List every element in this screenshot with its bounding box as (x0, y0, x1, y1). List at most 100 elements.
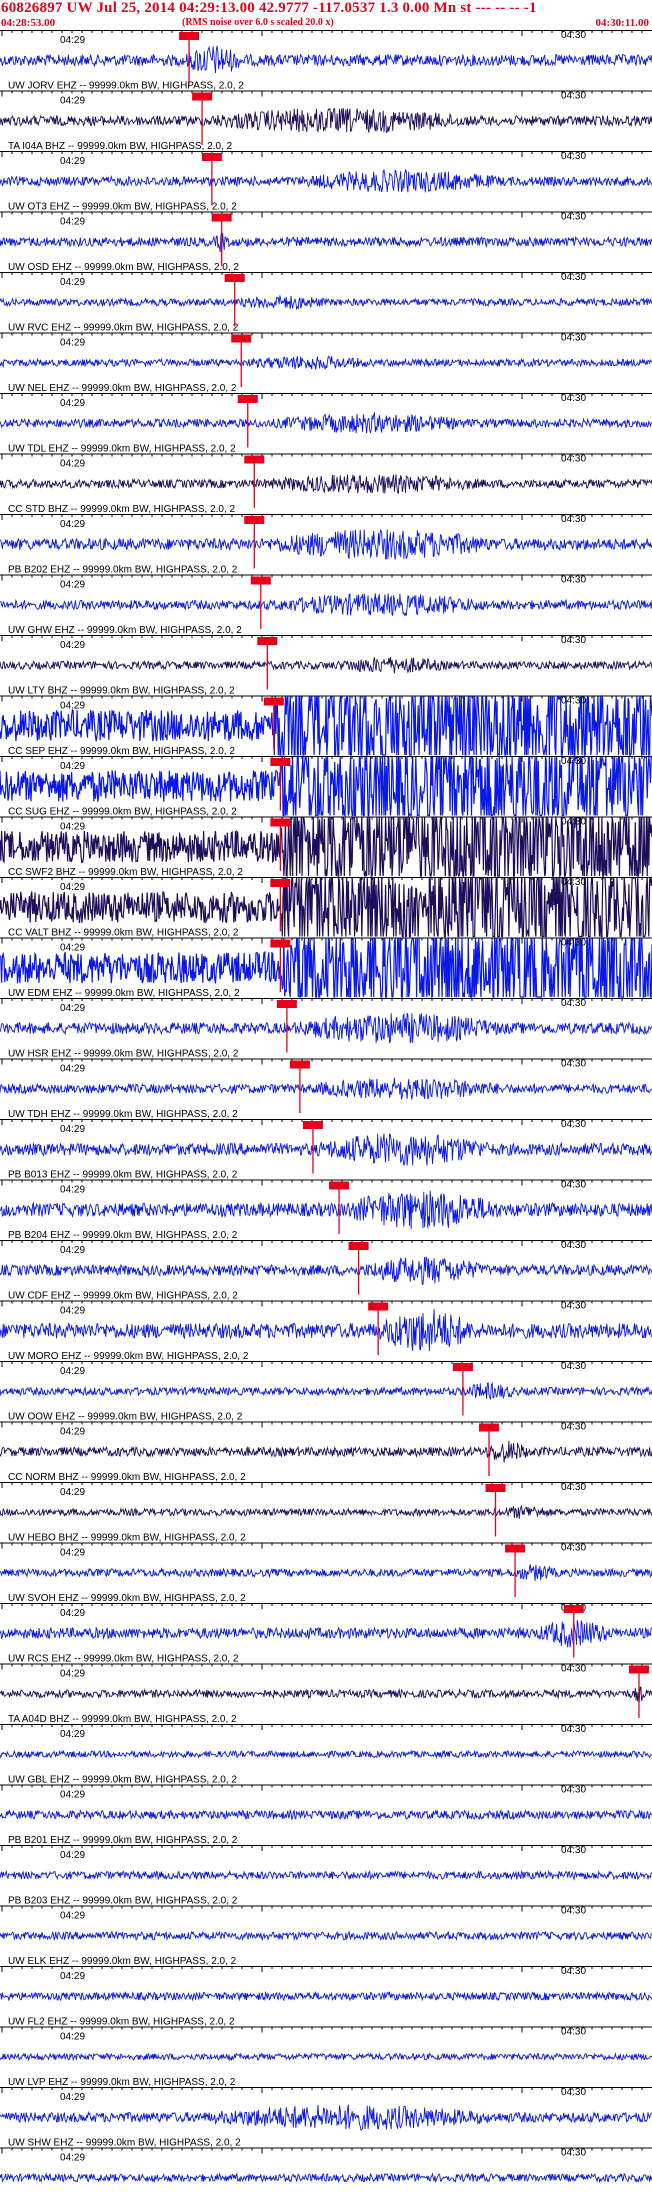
minute-label-0430: 04:30 (561, 30, 586, 41)
minute-label-0430: 04:30 (561, 1301, 586, 1312)
station-label: UW TDL EHZ -- 99999.0km BW, HIGHPASS, 2.… (8, 444, 236, 455)
waveform-trace (0, 45, 652, 74)
minute-label-0430: 04:30 (561, 91, 586, 102)
station-label: UW OOW EHZ -- 99999.0km BW, HIGHPASS, 2.… (8, 1412, 243, 1423)
minute-label-0429: 04:29 (60, 761, 85, 772)
waveform-trace (0, 1686, 652, 1702)
pick-marker (485, 1484, 506, 1492)
pick-marker (276, 1000, 297, 1008)
pick-marker (179, 32, 200, 40)
waveform-trace (0, 1869, 652, 1881)
minute-label-0429: 04:29 (60, 640, 85, 651)
waveform-trace (0, 1077, 652, 1100)
minute-label-0429: 04:29 (60, 1548, 85, 1559)
station-label: UW EDM EHZ -- 99999.0km BW, HIGHPASS, 2.… (8, 988, 240, 999)
minute-label-0429: 04:29 (60, 459, 85, 470)
minute-label-0429: 04:29 (60, 398, 85, 409)
pick-marker (244, 455, 265, 464)
minute-label-0429: 04:29 (60, 1669, 85, 1680)
minute-label-0430: 04:30 (561, 1724, 586, 1735)
station-label: PB B202 EHZ -- 99999.0km BW, HIGHPASS, 2… (8, 565, 238, 576)
pick-marker (270, 818, 291, 827)
waveform-trace (0, 1990, 652, 2002)
station-label: CC NORM BHZ -- 99999.0km BW, HIGHPASS, 2… (8, 1472, 246, 1483)
pick-marker (231, 334, 252, 343)
pick-marker (329, 1181, 350, 1190)
minute-label-0430: 04:30 (561, 272, 586, 283)
minute-label-0430: 04:30 (561, 1180, 586, 1191)
waveform-trace (0, 529, 652, 560)
station-label: UW FL2 EHZ -- 99999.0km BW, HIGHPASS, 2.… (8, 2017, 235, 2028)
pick-marker (257, 637, 278, 645)
minute-label-0429: 04:29 (60, 1245, 85, 1256)
minute-label-0429: 04:29 (60, 1850, 85, 1861)
minute-label-0430: 04:30 (561, 212, 586, 223)
waveform-trace (0, 2172, 652, 2184)
minute-label-0430: 04:30 (561, 1119, 586, 1130)
station-label: UW GBL EHZ -- 99999.0km BW, HIGHPASS, 2.… (8, 1775, 237, 1786)
station-label: PB B204 EHZ -- 99999.0km BW, HIGHPASS, 2… (8, 1230, 238, 1241)
minute-label-0430: 04:30 (561, 877, 586, 888)
station-label: UW GHW EHZ -- 99999.0km BW, HIGHPASS, 2.… (8, 625, 242, 636)
station-label: CC STD BHZ -- 99999.0km BW, HIGHPASS, 2.… (8, 504, 236, 515)
pick-marker (192, 92, 213, 101)
pick-marker (270, 758, 291, 766)
minute-label-0429: 04:29 (60, 1064, 85, 1075)
minute-label-0430: 04:30 (561, 938, 586, 949)
pick-marker (237, 395, 258, 403)
station-label: CC VALT BHZ -- 99999.0km BW, HIGHPASS, 2… (8, 928, 239, 939)
waveform-trace (0, 1440, 652, 1463)
minute-label-0429: 04:29 (60, 2153, 85, 2164)
pick-marker (270, 939, 291, 948)
waveform-trace (0, 355, 652, 370)
waveform-trace (0, 1012, 652, 1044)
minute-label-0429: 04:29 (60, 2032, 85, 2043)
waveform-trace (0, 232, 652, 253)
minute-label-0430: 04:30 (561, 333, 586, 344)
station-label: UW OSD EHZ -- 99999.0km BW, HIGHPASS, 2.… (8, 262, 239, 273)
station-label: UW HEBO BHZ -- 99999.0km BW, HIGHPASS, 2… (8, 1533, 246, 1544)
pick-marker (211, 213, 232, 222)
minute-label-0430: 04:30 (561, 575, 586, 586)
waveform-trace (0, 593, 652, 617)
station-label: CC SEP EHZ -- 99999.0km BW, HIGHPASS, 2.… (8, 746, 235, 757)
waveform-trace (0, 295, 652, 311)
station-label: CC SUG EHZ -- 99999.0km BW, HIGHPASS, 2.… (8, 807, 237, 818)
minute-label-0430: 04:30 (561, 1664, 586, 1675)
minute-label-0430: 04:30 (561, 756, 586, 767)
minute-label-0429: 04:29 (60, 1790, 85, 1801)
station-label: PB B203 EHZ -- 99999.0km BW, HIGHPASS, 2… (8, 1896, 238, 1907)
minute-label-0429: 04:29 (60, 943, 85, 954)
pick-marker (201, 153, 222, 161)
station-label: PB B013 EHZ -- 99999.0km BW, HIGHPASS, 2… (8, 1170, 238, 1181)
station-label: TA I04A BHZ -- 99999.0km BW, HIGHPASS, 2… (8, 141, 233, 152)
minute-label-0429: 04:29 (60, 156, 85, 167)
waveform-trace (0, 656, 652, 674)
minute-label-0430: 04:30 (561, 2027, 586, 2038)
minute-label-0429: 04:29 (60, 338, 85, 349)
minute-label-0430: 04:30 (561, 2087, 586, 2098)
pick-marker (289, 1060, 310, 1069)
minute-label-0430: 04:30 (561, 1361, 586, 1372)
station-label: UW RVC EHZ -- 99999.0km BW, HIGHPASS, 2.… (8, 323, 239, 334)
pick-marker (348, 1242, 369, 1250)
pick-marker (302, 1121, 323, 1129)
minute-label-0430: 04:30 (561, 2148, 586, 2159)
pick-marker (224, 274, 245, 282)
minute-label-0430: 04:30 (561, 1845, 586, 1856)
waveform-trace (0, 1190, 652, 1230)
pick-marker (263, 697, 284, 706)
waveform-trace (0, 107, 652, 134)
minute-label-0430: 04:30 (561, 1240, 586, 1251)
minute-label-0429: 04:29 (60, 580, 85, 591)
station-label: UW LTY BHZ -- 99999.0km BW, HIGHPASS, 2.… (8, 686, 235, 697)
minute-label-0430: 04:30 (561, 514, 586, 525)
minute-label-0429: 04:29 (60, 217, 85, 228)
minute-label-0429: 04:29 (60, 882, 85, 893)
waveform-trace (0, 2104, 652, 2131)
minute-label-0429: 04:29 (60, 701, 85, 712)
station-label: PB B201 EHZ -- 99999.0km BW, HIGHPASS, 2… (8, 1835, 238, 1846)
minute-label-0429: 04:29 (60, 1971, 85, 1982)
minute-label-0429: 04:29 (60, 519, 85, 530)
station-label: CC SWF2 BHZ -- 99999.0km BW, HIGHPASS, 2… (8, 867, 243, 878)
